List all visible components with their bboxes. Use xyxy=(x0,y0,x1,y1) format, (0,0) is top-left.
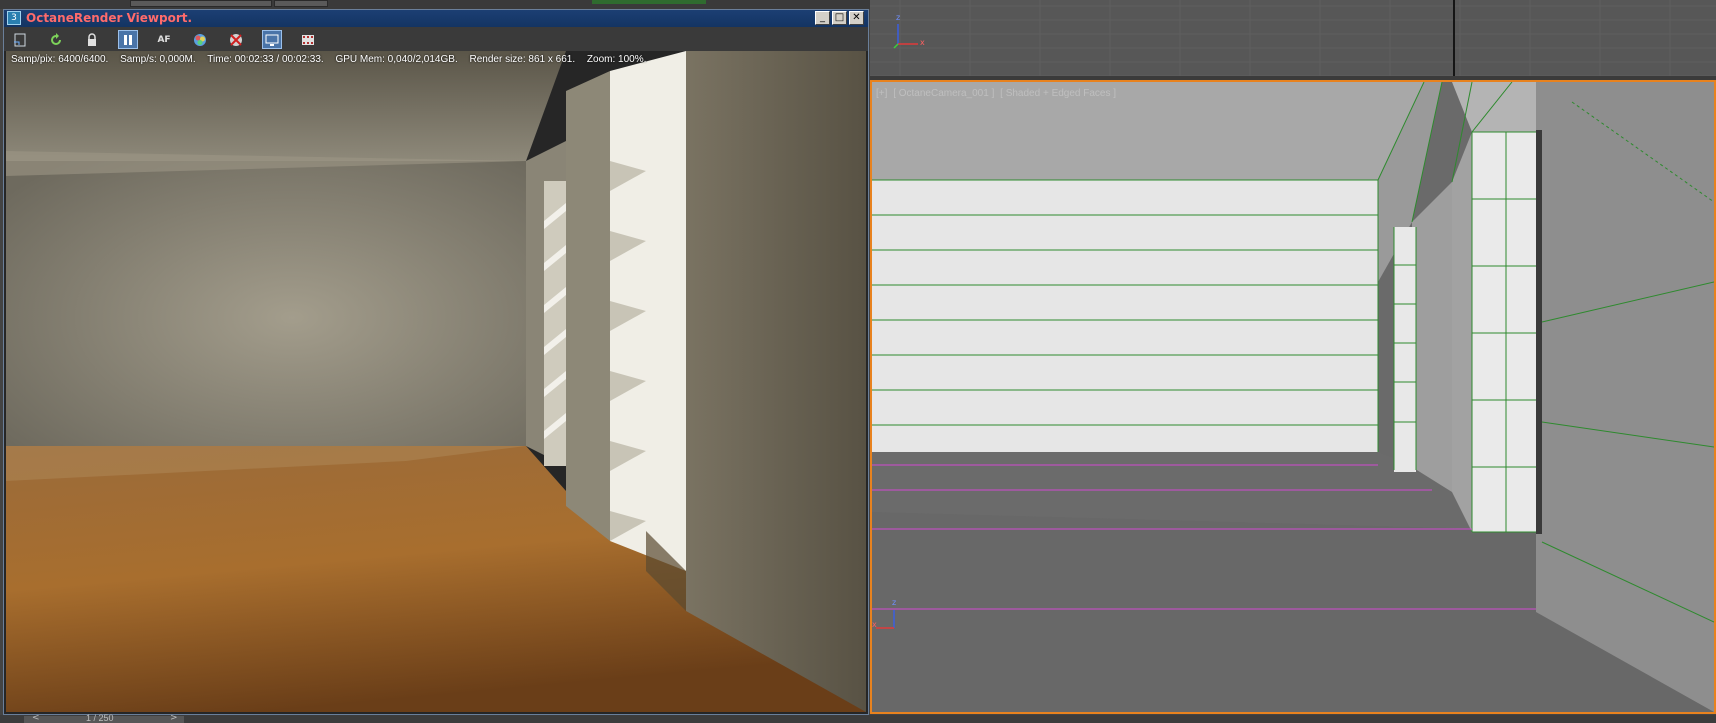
cam-axis-z-label: z xyxy=(892,598,897,607)
stat-render-size: Render size: 861 x 661. xyxy=(469,54,576,65)
stat-samples-per-pixel: Samp/pix: 6400/6400. xyxy=(11,54,109,65)
camera-viewport-scene xyxy=(872,82,1714,712)
autofocus-icon[interactable]: AF xyxy=(154,30,174,49)
close-button[interactable]: ✕ xyxy=(849,11,864,25)
top-viewport[interactable]: z x xyxy=(870,0,1716,78)
display-mode-icon[interactable] xyxy=(262,30,282,49)
export-image-icon[interactable] xyxy=(10,30,30,49)
camera-viewport[interactable]: [+] [ OctaneCamera_001 ] [ Shaded + Edge… xyxy=(870,80,1716,714)
maximize-button[interactable]: □ xyxy=(832,11,847,25)
stat-gpu-mem: GPU Mem: 0,040/2,014GB. xyxy=(335,54,458,65)
minimize-button[interactable]: _ xyxy=(815,11,830,25)
top-axis-x-label: x xyxy=(920,38,925,47)
color-picker-icon[interactable] xyxy=(190,30,210,49)
stat-zoom: Zoom: 100%. xyxy=(586,54,647,65)
viewport-menu-plus[interactable]: [+] xyxy=(876,88,887,99)
top-dropdown-field[interactable] xyxy=(130,0,272,7)
rendered-room-image xyxy=(6,51,866,712)
viewport-label[interactable]: [+] [ OctaneCamera_001 ] [ Shaded + Edge… xyxy=(876,88,1119,99)
pause-icon[interactable] xyxy=(118,30,138,49)
bottom-timeline-bar xyxy=(0,715,1716,723)
lock-icon[interactable] xyxy=(82,30,102,49)
window-titlebar[interactable]: 3 OctaneRender Viewport. _ □ ✕ xyxy=(4,10,868,27)
top-value-field[interactable] xyxy=(274,0,328,7)
timeline-frame-counter: 1 / 250 xyxy=(86,713,114,723)
render-stats: Samp/pix: 6400/6400. Samp/s: 0,000M. Tim… xyxy=(11,54,655,65)
render-output-image[interactable]: Samp/pix: 6400/6400. Samp/s: 0,000M. Tim… xyxy=(6,51,866,712)
stat-samples-per-second: Samp/s: 0,000M. xyxy=(120,54,196,65)
render-toolbar: AF xyxy=(4,27,868,51)
top-axis-z-label: z xyxy=(896,13,901,22)
film-settings-icon[interactable] xyxy=(298,30,318,49)
stat-time: Time: 00:02:33 / 00:02:33. xyxy=(207,54,324,65)
viewport-camera-name[interactable]: [ OctaneCamera_001 ] xyxy=(893,88,994,99)
restart-render-icon[interactable] xyxy=(46,30,66,49)
top-viewport-grid xyxy=(870,0,1716,78)
top-progress-bar xyxy=(592,0,706,4)
window-title: OctaneRender Viewport. xyxy=(26,11,193,25)
region-render-icon[interactable] xyxy=(226,30,246,49)
timeline-next-button[interactable]: > xyxy=(170,714,178,723)
octane-app-icon: 3 xyxy=(7,11,21,25)
octane-render-window[interactable]: 3 OctaneRender Viewport. _ □ ✕ AF Samp/p… xyxy=(3,9,869,715)
viewport-shading-mode[interactable]: [ Shaded + Edged Faces ] xyxy=(1000,88,1116,99)
timeline-prev-button[interactable]: < xyxy=(32,714,40,723)
cam-axis-x-label: x xyxy=(872,620,877,629)
